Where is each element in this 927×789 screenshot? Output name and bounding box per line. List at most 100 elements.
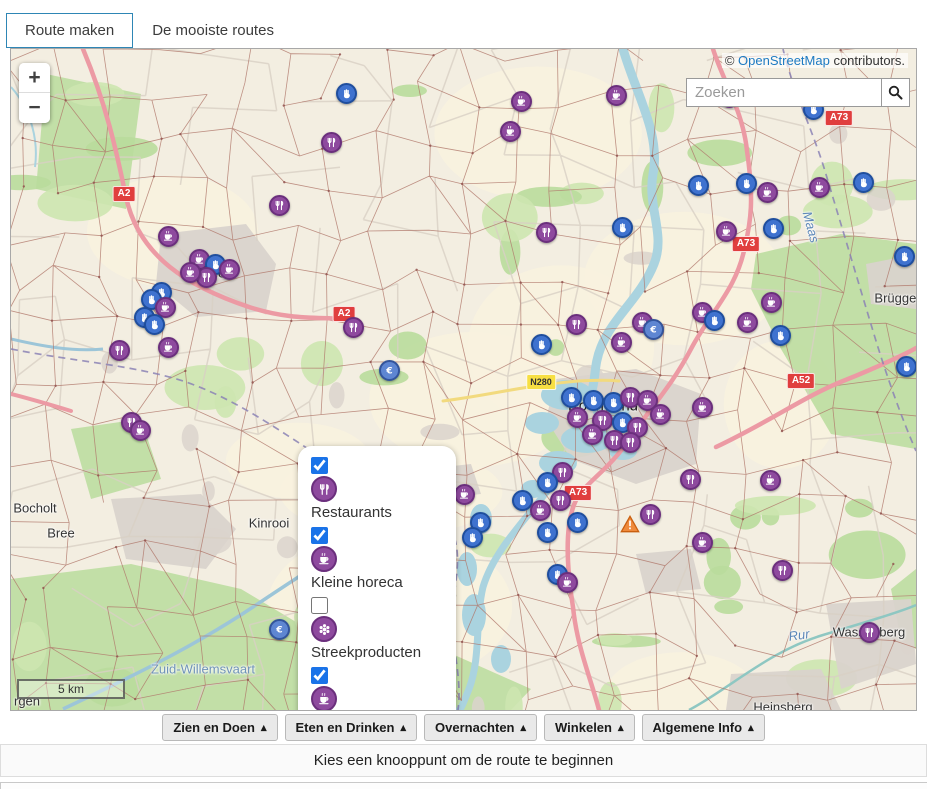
euro-icon: € [383, 364, 396, 377]
map-marker-horeca[interactable] [530, 500, 551, 521]
map-marker-poi[interactable] [462, 527, 483, 548]
map-marker-poi[interactable] [688, 175, 709, 196]
map-marker-horeca[interactable] [557, 572, 578, 593]
zoom-in-button[interactable]: + [19, 63, 50, 93]
filter-icon [311, 616, 337, 642]
hand-icon [607, 396, 620, 409]
tab-mooiste-routes[interactable]: De mooiste routes [133, 13, 293, 48]
map-marker-poi[interactable] [853, 172, 874, 193]
map-marker-restaurant[interactable] [680, 469, 701, 490]
map-marker-poi[interactable] [336, 83, 357, 104]
map-marker-horeca[interactable] [692, 532, 713, 553]
search-button[interactable] [882, 78, 910, 107]
map-marker-horeca[interactable] [757, 182, 778, 203]
search-input[interactable] [686, 78, 882, 107]
map-marker-horeca[interactable] [158, 337, 179, 358]
hand-icon [340, 87, 353, 100]
map-marker-restaurant[interactable] [109, 340, 130, 361]
map-marker-horeca[interactable] [737, 312, 758, 333]
map-marker-horeca[interactable] [611, 332, 632, 353]
map-marker-poi[interactable] [144, 314, 165, 335]
flower-icon [317, 622, 332, 637]
fork-knife-icon [540, 226, 553, 239]
category-label: Winkelen [555, 720, 612, 735]
map-marker-poi[interactable] [612, 217, 633, 238]
coffee-cup-icon [515, 95, 528, 108]
map-marker-horeca[interactable] [158, 226, 179, 247]
category-button[interactable]: Winkelen ▴ [544, 714, 634, 741]
map-marker-restaurant[interactable] [269, 195, 290, 216]
map-marker-poi[interactable] [531, 334, 552, 355]
filter-icon [311, 546, 337, 572]
map-marker-horeca[interactable] [809, 177, 830, 198]
filter-checkbox[interactable] [311, 457, 328, 474]
map-marker-restaurant[interactable] [772, 560, 793, 581]
coffee-cup-icon [610, 89, 623, 102]
map-marker-warning[interactable] [619, 514, 641, 534]
map-marker-restaurant[interactable] [550, 490, 571, 511]
map-marker-horeca[interactable] [716, 221, 737, 242]
map-marker-poi[interactable] [704, 310, 725, 331]
category-button[interactable]: Overnachten ▴ [424, 714, 537, 741]
map-marker-euro[interactable]: € [643, 319, 664, 340]
filter-item: Terras/Lounge [311, 667, 448, 711]
coffee-cup-icon [571, 411, 584, 424]
map-marker-horeca[interactable] [180, 262, 201, 283]
map-marker-horeca[interactable] [511, 91, 532, 112]
map-marker-restaurant[interactable] [859, 622, 880, 643]
svg-text:€: € [649, 325, 656, 336]
map-marker-poi[interactable] [567, 512, 588, 533]
filter-checkbox[interactable] [311, 527, 328, 544]
fork-knife-icon [113, 344, 126, 357]
map-marker-restaurant[interactable] [343, 317, 364, 338]
openstreetmap-link[interactable]: OpenStreetMap [738, 53, 830, 68]
map-marker-horeca[interactable] [761, 292, 782, 313]
hand-icon [708, 314, 721, 327]
map-marker-horeca[interactable] [650, 404, 671, 425]
coffee-cup-icon [504, 125, 517, 138]
map-marker-restaurant[interactable] [640, 504, 661, 525]
map-marker-restaurant[interactable] [536, 222, 557, 243]
filter-checkbox[interactable] [311, 597, 328, 614]
map-marker-horeca[interactable] [582, 424, 603, 445]
map-marker-horeca[interactable] [760, 470, 781, 491]
map-marker-horeca[interactable] [130, 420, 151, 441]
coffee-cup-icon [162, 230, 175, 243]
map-marker-poi[interactable] [736, 173, 757, 194]
map-marker-euro[interactable]: € [269, 619, 290, 640]
map-marker-restaurant[interactable] [321, 132, 342, 153]
coffee-cup-icon [159, 301, 172, 314]
coffee-cup-icon [586, 428, 599, 441]
map-marker-euro[interactable]: € [379, 360, 400, 381]
map-marker-horeca[interactable] [500, 121, 521, 142]
fork-knife-icon [863, 626, 876, 639]
category-button[interactable]: Eten en Drinken ▴ [285, 714, 418, 741]
map-marker-poi[interactable] [583, 390, 604, 411]
map-marker-horeca[interactable] [454, 484, 475, 505]
filter-item: Restaurants [311, 457, 448, 522]
map-marker-poi[interactable] [770, 325, 791, 346]
map-attribution: © OpenStreetMap contributors. [722, 53, 908, 68]
map-marker-poi[interactable] [537, 522, 558, 543]
map[interactable]: WeertRoermondBocholtBreeKinrooiBrüggenWa… [10, 48, 917, 711]
tab-route-maken[interactable]: Route maken [6, 13, 133, 48]
map-marker-poi[interactable] [537, 472, 558, 493]
search-bar [686, 78, 910, 107]
map-marker-horeca[interactable] [567, 407, 588, 428]
hand-icon [541, 526, 554, 539]
map-marker-horeca[interactable] [606, 85, 627, 106]
category-button[interactable]: Algemene Info ▴ [642, 714, 765, 741]
map-marker-poi[interactable] [763, 218, 784, 239]
hand-icon [900, 360, 913, 373]
map-marker-poi[interactable] [894, 246, 915, 267]
map-marker-poi[interactable] [896, 356, 917, 377]
map-marker-restaurant[interactable] [620, 432, 641, 453]
filter-checkbox[interactable] [311, 667, 328, 684]
euro-icon: € [647, 323, 660, 336]
map-marker-restaurant[interactable] [566, 314, 587, 335]
map-marker-poi[interactable] [561, 387, 582, 408]
map-marker-horeca[interactable] [219, 259, 240, 280]
map-marker-horeca[interactable] [692, 397, 713, 418]
category-button[interactable]: Zien en Doen ▴ [162, 714, 277, 741]
zoom-out-button[interactable]: − [19, 93, 50, 123]
